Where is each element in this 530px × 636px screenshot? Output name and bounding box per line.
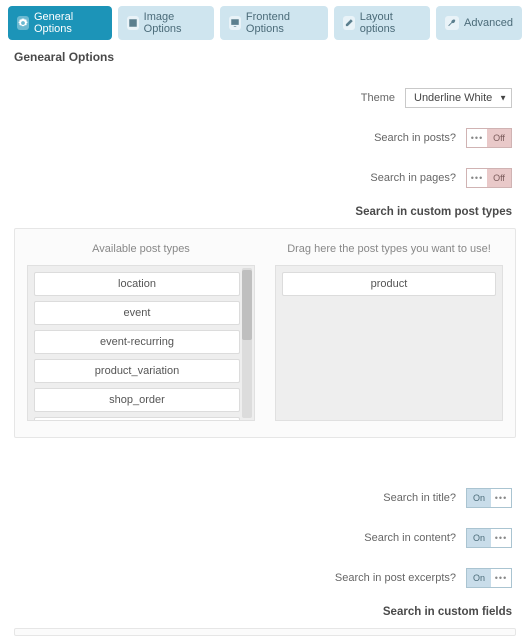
selected-title: Drag here the post types you want to use… (275, 243, 503, 255)
theme-select[interactable]: Underline White (405, 88, 512, 108)
tab-image-options[interactable]: Image Options (118, 6, 214, 40)
toggle-knob-icon: ••• (491, 569, 511, 587)
toggle-label: Search in content? (364, 532, 456, 544)
theme-label: Theme (361, 92, 395, 104)
toggle-knob-icon: ••• (467, 169, 487, 187)
list-item[interactable]: product (282, 272, 496, 296)
search-in-pages-toggle[interactable]: ••• Off (466, 168, 512, 188)
cpt-panel: Available post types location event even… (14, 228, 516, 438)
theme-row: Theme Underline White (8, 82, 522, 122)
search-in-title-row: Search in title? On ••• (8, 482, 522, 522)
search-in-excerpts-toggle[interactable]: On ••• (466, 568, 512, 588)
toggle-state: On (467, 569, 491, 587)
search-in-posts-row: Search in posts? ••• Off (8, 122, 522, 162)
available-title: Available post types (27, 243, 255, 255)
toggle-label: Search in pages? (370, 172, 456, 184)
pencil-icon (343, 16, 355, 30)
list-item[interactable]: event-recurring (34, 330, 240, 354)
image-icon (127, 16, 139, 30)
tab-label: Image Options (144, 11, 205, 35)
toggle-state: Off (487, 129, 511, 147)
tab-label: Frontend Options (246, 11, 319, 35)
tab-frontend-options[interactable]: Frontend Options (220, 6, 328, 40)
monitor-icon (229, 16, 241, 30)
scrollbar[interactable] (242, 268, 252, 418)
list-item[interactable]: product_variation (34, 359, 240, 383)
list-item[interactable]: shop_order (34, 388, 240, 412)
search-in-posts-toggle[interactable]: ••• Off (466, 128, 512, 148)
cf-heading: Search in custom fields (8, 602, 522, 628)
toggle-knob-icon: ••• (467, 129, 487, 147)
selected-listbox[interactable]: product (275, 265, 503, 421)
search-in-excerpts-row: Search in post excerpts? On ••• (8, 562, 522, 602)
section-title: Genearal Options (14, 50, 522, 64)
toggle-label: Search in post excerpts? (335, 572, 456, 584)
toggle-knob-icon: ••• (491, 529, 511, 547)
tab-bar: General Options Image Options Frontend O… (8, 6, 522, 40)
gear-icon (17, 16, 29, 30)
scrollbar-thumb[interactable] (242, 270, 252, 340)
tab-label: General Options (34, 11, 103, 35)
list-item[interactable]: shop_coupon (34, 417, 240, 421)
cpt-heading: Search in custom post types (8, 202, 522, 228)
tab-general-options[interactable]: General Options (8, 6, 112, 40)
search-in-content-row: Search in content? On ••• (8, 522, 522, 562)
list-item[interactable]: location (34, 272, 240, 296)
search-in-content-toggle[interactable]: On ••• (466, 528, 512, 548)
search-in-pages-row: Search in pages? ••• Off (8, 162, 522, 202)
available-listbox[interactable]: location event event-recurring product_v… (27, 265, 255, 421)
cf-panel (14, 628, 516, 636)
toggle-state: On (467, 529, 491, 547)
search-in-title-toggle[interactable]: On ••• (466, 488, 512, 508)
toggle-label: Search in title? (383, 492, 456, 504)
list-item[interactable]: event (34, 301, 240, 325)
tab-label: Layout options (360, 11, 421, 35)
wrench-icon (445, 16, 459, 30)
toggle-label: Search in posts? (374, 132, 456, 144)
toggle-state: On (467, 489, 491, 507)
tab-layout-options[interactable]: Layout options (334, 6, 430, 40)
tab-label: Advanced (464, 17, 513, 29)
tab-advanced[interactable]: Advanced (436, 6, 522, 40)
toggle-knob-icon: ••• (491, 489, 511, 507)
toggle-state: Off (487, 169, 511, 187)
